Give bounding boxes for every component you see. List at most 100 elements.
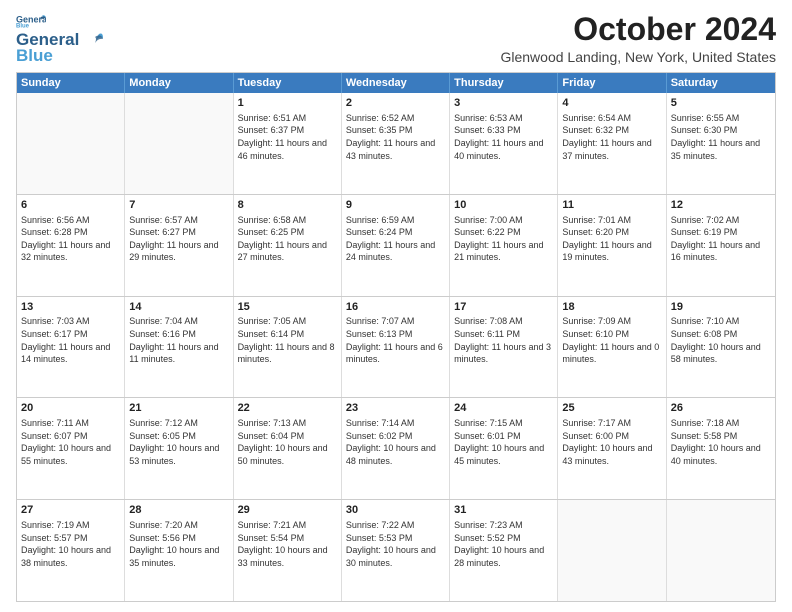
day-info-9: Sunrise: 6:59 AM Sunset: 6:24 PM Dayligh…: [346, 215, 435, 263]
day-number-25: 25: [562, 401, 661, 416]
day-info-26: Sunrise: 7:18 AM Sunset: 5:58 PM Dayligh…: [671, 418, 761, 466]
day-info-23: Sunrise: 7:14 AM Sunset: 6:02 PM Dayligh…: [346, 418, 436, 466]
calendar-header: Sunday Monday Tuesday Wednesday Thursday…: [17, 73, 775, 93]
day-info-18: Sunrise: 7:09 AM Sunset: 6:10 PM Dayligh…: [562, 316, 659, 364]
logo-blue: Blue: [16, 46, 53, 66]
day-14: 14Sunrise: 7:04 AM Sunset: 6:16 PM Dayli…: [125, 297, 233, 398]
day-info-31: Sunrise: 7:23 AM Sunset: 5:52 PM Dayligh…: [454, 520, 544, 568]
day-9: 9Sunrise: 6:59 AM Sunset: 6:24 PM Daylig…: [342, 195, 450, 296]
header-monday: Monday: [125, 73, 233, 93]
day-18: 18Sunrise: 7:09 AM Sunset: 6:10 PM Dayli…: [558, 297, 666, 398]
day-number-29: 29: [238, 503, 337, 518]
empty-cell-4-5: [558, 500, 666, 601]
day-1: 1Sunrise: 6:51 AM Sunset: 6:37 PM Daylig…: [234, 93, 342, 194]
day-number-7: 7: [129, 198, 228, 213]
day-number-14: 14: [129, 300, 228, 315]
day-info-25: Sunrise: 7:17 AM Sunset: 6:00 PM Dayligh…: [562, 418, 652, 466]
day-28: 28 Sunrise: 7:20 AM Sunset: 5:56 PM Dayli…: [125, 500, 233, 601]
day-number-26: 26: [671, 401, 771, 416]
location: Glenwood Landing, New York, United State…: [500, 49, 776, 65]
day-4: 4Sunrise: 6:54 AM Sunset: 6:32 PM Daylig…: [558, 93, 666, 194]
day-info-21: Sunrise: 7:12 AM Sunset: 6:05 PM Dayligh…: [129, 418, 219, 466]
day-info-3: Sunrise: 6:53 AM Sunset: 6:33 PM Dayligh…: [454, 113, 543, 161]
week-row-2: 13Sunrise: 7:03 AM Sunset: 6:17 PM Dayli…: [17, 296, 775, 398]
day-23: 23 Sunrise: 7:14 AM Sunset: 6:02 PM Dayli…: [342, 398, 450, 499]
day-26: 26 Sunrise: 7:18 AM Sunset: 5:58 PM Dayli…: [667, 398, 775, 499]
header-sunday: Sunday: [17, 73, 125, 93]
day-info-12: Sunrise: 7:02 AM Sunset: 6:19 PM Dayligh…: [671, 215, 760, 263]
day-3: 3 Sunrise: 6:53 AM Sunset: 6:33 PM Daylig…: [450, 93, 558, 194]
day-24: 24Sunrise: 7:15 AM Sunset: 6:01 PM Dayli…: [450, 398, 558, 499]
day-number-2: 2: [346, 96, 445, 111]
day-30: 30 Sunrise: 7:22 AM Sunset: 5:53 PM Dayli…: [342, 500, 450, 601]
empty-cell-4-6: [667, 500, 775, 601]
day-22: 22Sunrise: 7:13 AM Sunset: 6:04 PM Dayli…: [234, 398, 342, 499]
day-21: 21Sunrise: 7:12 AM Sunset: 6:05 PM Dayli…: [125, 398, 233, 499]
empty-cell-0-0: [17, 93, 125, 194]
week-row-3: 20Sunrise: 7:11 AM Sunset: 6:07 PM Dayli…: [17, 397, 775, 499]
day-info-19: Sunrise: 7:10 AM Sunset: 6:08 PM Dayligh…: [671, 316, 761, 364]
day-number-19: 19: [671, 300, 771, 315]
day-5: 5Sunrise: 6:55 AM Sunset: 6:30 PM Daylig…: [667, 93, 775, 194]
day-number-30: 30: [346, 503, 445, 518]
month-title: October 2024: [500, 12, 776, 47]
day-info-1: Sunrise: 6:51 AM Sunset: 6:37 PM Dayligh…: [238, 113, 327, 161]
header-wednesday: Wednesday: [342, 73, 450, 93]
header-tuesday: Tuesday: [234, 73, 342, 93]
page: General Blue General Blue October 2024 G…: [0, 0, 792, 612]
day-info-14: Sunrise: 7:04 AM Sunset: 6:16 PM Dayligh…: [129, 316, 218, 364]
day-info-30: Sunrise: 7:22 AM Sunset: 5:53 PM Dayligh…: [346, 520, 436, 568]
day-number-31: 31: [454, 503, 553, 518]
empty-cell-0-1: [125, 93, 233, 194]
day-11: 11 Sunrise: 7:01 AM Sunset: 6:20 PM Dayli…: [558, 195, 666, 296]
day-info-13: Sunrise: 7:03 AM Sunset: 6:17 PM Dayligh…: [21, 316, 110, 364]
day-number-10: 10: [454, 198, 553, 213]
day-27: 27Sunrise: 7:19 AM Sunset: 5:57 PM Dayli…: [17, 500, 125, 601]
day-number-11: 11: [562, 198, 661, 213]
day-info-11: Sunrise: 7:01 AM Sunset: 6:20 PM Dayligh…: [562, 215, 651, 263]
day-20: 20Sunrise: 7:11 AM Sunset: 6:07 PM Dayli…: [17, 398, 125, 499]
day-info-17: Sunrise: 7:08 AM Sunset: 6:11 PM Dayligh…: [454, 316, 551, 364]
day-number-28: 28: [129, 503, 228, 518]
day-info-29: Sunrise: 7:21 AM Sunset: 5:54 PM Dayligh…: [238, 520, 328, 568]
day-16: 16Sunrise: 7:07 AM Sunset: 6:13 PM Dayli…: [342, 297, 450, 398]
day-6: 6 Sunrise: 6:56 AM Sunset: 6:28 PM Daylig…: [17, 195, 125, 296]
day-info-15: Sunrise: 7:05 AM Sunset: 6:14 PM Dayligh…: [238, 316, 335, 364]
day-info-10: Sunrise: 7:00 AM Sunset: 6:22 PM Dayligh…: [454, 215, 543, 263]
day-7: 7 Sunrise: 6:57 AM Sunset: 6:27 PM Daylig…: [125, 195, 233, 296]
week-row-0: 1Sunrise: 6:51 AM Sunset: 6:37 PM Daylig…: [17, 93, 775, 194]
day-19: 19Sunrise: 7:10 AM Sunset: 6:08 PM Dayli…: [667, 297, 775, 398]
day-number-18: 18: [562, 300, 661, 315]
logo-icon: General Blue: [16, 12, 46, 30]
day-info-5: Sunrise: 6:55 AM Sunset: 6:30 PM Dayligh…: [671, 113, 760, 161]
day-31: 31 Sunrise: 7:23 AM Sunset: 5:52 PM Dayli…: [450, 500, 558, 601]
week-row-1: 6 Sunrise: 6:56 AM Sunset: 6:28 PM Daylig…: [17, 194, 775, 296]
day-number-27: 27: [21, 503, 120, 518]
day-info-28: Sunrise: 7:20 AM Sunset: 5:56 PM Dayligh…: [129, 520, 219, 568]
calendar-body: 1Sunrise: 6:51 AM Sunset: 6:37 PM Daylig…: [17, 93, 775, 601]
week-row-4: 27Sunrise: 7:19 AM Sunset: 5:57 PM Dayli…: [17, 499, 775, 601]
header: General Blue General Blue October 2024 G…: [16, 12, 776, 66]
day-number-3: 3: [454, 96, 553, 111]
day-10: 10 Sunrise: 7:00 AM Sunset: 6:22 PM Dayli…: [450, 195, 558, 296]
title-block: October 2024 Glenwood Landing, New York,…: [500, 12, 776, 65]
day-number-8: 8: [238, 198, 337, 213]
day-number-4: 4: [562, 96, 661, 111]
calendar: Sunday Monday Tuesday Wednesday Thursday…: [16, 72, 776, 602]
header-friday: Friday: [558, 73, 666, 93]
day-number-17: 17: [454, 300, 553, 315]
day-info-16: Sunrise: 7:07 AM Sunset: 6:13 PM Dayligh…: [346, 316, 443, 364]
day-number-6: 6: [21, 198, 120, 213]
day-info-8: Sunrise: 6:58 AM Sunset: 6:25 PM Dayligh…: [238, 215, 327, 263]
day-info-7: Sunrise: 6:57 AM Sunset: 6:27 PM Dayligh…: [129, 215, 218, 263]
day-number-24: 24: [454, 401, 553, 416]
day-info-2: Sunrise: 6:52 AM Sunset: 6:35 PM Dayligh…: [346, 113, 435, 161]
day-29: 29 Sunrise: 7:21 AM Sunset: 5:54 PM Dayli…: [234, 500, 342, 601]
day-number-16: 16: [346, 300, 445, 315]
day-number-15: 15: [238, 300, 337, 315]
day-2: 2 Sunrise: 6:52 AM Sunset: 6:35 PM Daylig…: [342, 93, 450, 194]
day-number-23: 23: [346, 401, 445, 416]
day-info-6: Sunrise: 6:56 AM Sunset: 6:28 PM Dayligh…: [21, 215, 110, 263]
day-info-22: Sunrise: 7:13 AM Sunset: 6:04 PM Dayligh…: [238, 418, 328, 466]
header-thursday: Thursday: [450, 73, 558, 93]
